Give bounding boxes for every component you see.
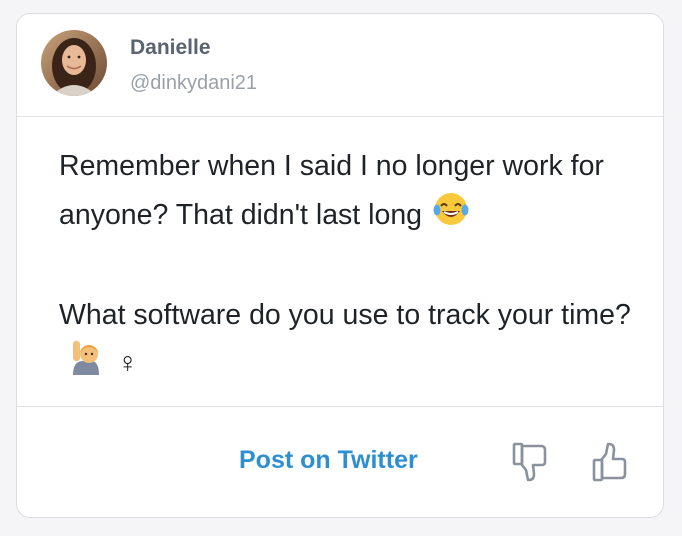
tweet-text-line2: What software do you use to track your t… (59, 299, 631, 331)
tweet-paragraph: What software do you use to track your t… (59, 291, 649, 390)
like-button[interactable] (591, 440, 631, 484)
tweet-text-line1: Remember when I said I no longer work fo… (59, 150, 604, 232)
user-name: Danielle (130, 36, 211, 59)
dislike-button[interactable] (511, 440, 551, 484)
footer-divider (17, 406, 663, 407)
user-handle: @dinkydani21 (130, 72, 258, 94)
tweet-paragraph: Remember when I said I no longer work fo… (59, 142, 649, 243)
female-sign-symbol: ♀ (117, 347, 139, 380)
thumbs-down-icon (512, 442, 547, 482)
woman-raising-hand-emoji (69, 339, 103, 390)
face-with-tears-of-joy-emoji (432, 190, 470, 243)
thumbs-up-icon (592, 442, 627, 482)
tweet-card: Danielle @dinkydani21 Remember when I sa… (16, 13, 664, 518)
tweet-body: Remember when I said I no longer work fo… (59, 142, 649, 390)
post-on-twitter-link[interactable]: Post on Twitter (239, 446, 418, 475)
tweet-header: Danielle @dinkydani21 (17, 14, 663, 117)
avatar[interactable] (41, 30, 107, 96)
